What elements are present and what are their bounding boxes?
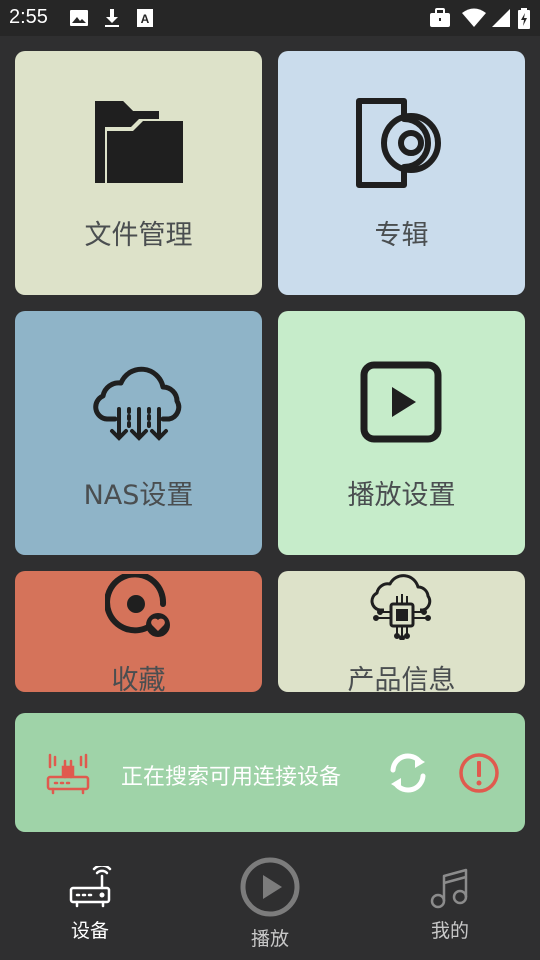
alert-circle-icon[interactable] <box>458 752 500 794</box>
cloud-download-icon <box>93 366 182 441</box>
battery-charging-icon <box>518 8 530 29</box>
status-time: 2:55 <box>9 6 48 28</box>
download-icon <box>105 9 119 27</box>
bottom-navigation: 设备 播放 我的 <box>0 846 540 960</box>
tile-product-info[interactable]: 产品信息 <box>278 571 525 692</box>
connection-status-text: 正在搜索可用连接设备 <box>121 765 342 790</box>
image-icon <box>70 10 88 26</box>
nav-label: 播放 <box>250 928 289 950</box>
cloud-chip-icon <box>370 574 432 640</box>
tile-label: 收藏 <box>111 665 166 692</box>
nav-label: 我的 <box>430 920 469 942</box>
nav-label: 设备 <box>70 920 109 942</box>
refresh-icon[interactable] <box>387 752 429 794</box>
status-bar: 2:55 A <box>0 0 540 36</box>
wifi-icon <box>462 8 486 27</box>
tile-label: NAS设置 <box>83 480 194 511</box>
tile-label: 文件管理 <box>84 220 193 251</box>
tile-play-settings[interactable]: 播放设置 <box>278 311 525 555</box>
tile-album[interactable]: 专辑 <box>278 51 525 295</box>
nav-item-devices[interactable]: 设备 <box>50 864 130 943</box>
nav-item-play[interactable]: 播放 <box>230 856 310 951</box>
favorite-disc-icon <box>105 574 170 637</box>
album-disc-icon <box>356 98 441 188</box>
play-circle-icon <box>240 857 300 917</box>
router-device-icon <box>46 753 90 795</box>
music-note-icon <box>430 868 468 909</box>
tile-favorites[interactable]: 收藏 <box>15 571 262 692</box>
svg-text:A: A <box>141 12 150 26</box>
connection-status-banner[interactable]: 正在搜索可用连接设备 <box>15 713 525 832</box>
folder-icon <box>95 101 183 183</box>
font-a-icon: A <box>137 9 153 27</box>
signal-icon <box>492 9 510 27</box>
tile-nas-settings[interactable]: NAS设置 <box>15 311 262 555</box>
tile-label: 产品信息 <box>347 665 456 692</box>
tile-file-management[interactable]: 文件管理 <box>15 51 262 295</box>
router-icon <box>69 864 112 908</box>
nav-item-mine[interactable]: 我的 <box>410 866 490 943</box>
tile-label: 专辑 <box>374 220 429 251</box>
briefcase-icon <box>430 8 450 27</box>
play-square-icon <box>360 361 442 443</box>
tile-label: 播放设置 <box>347 480 456 511</box>
